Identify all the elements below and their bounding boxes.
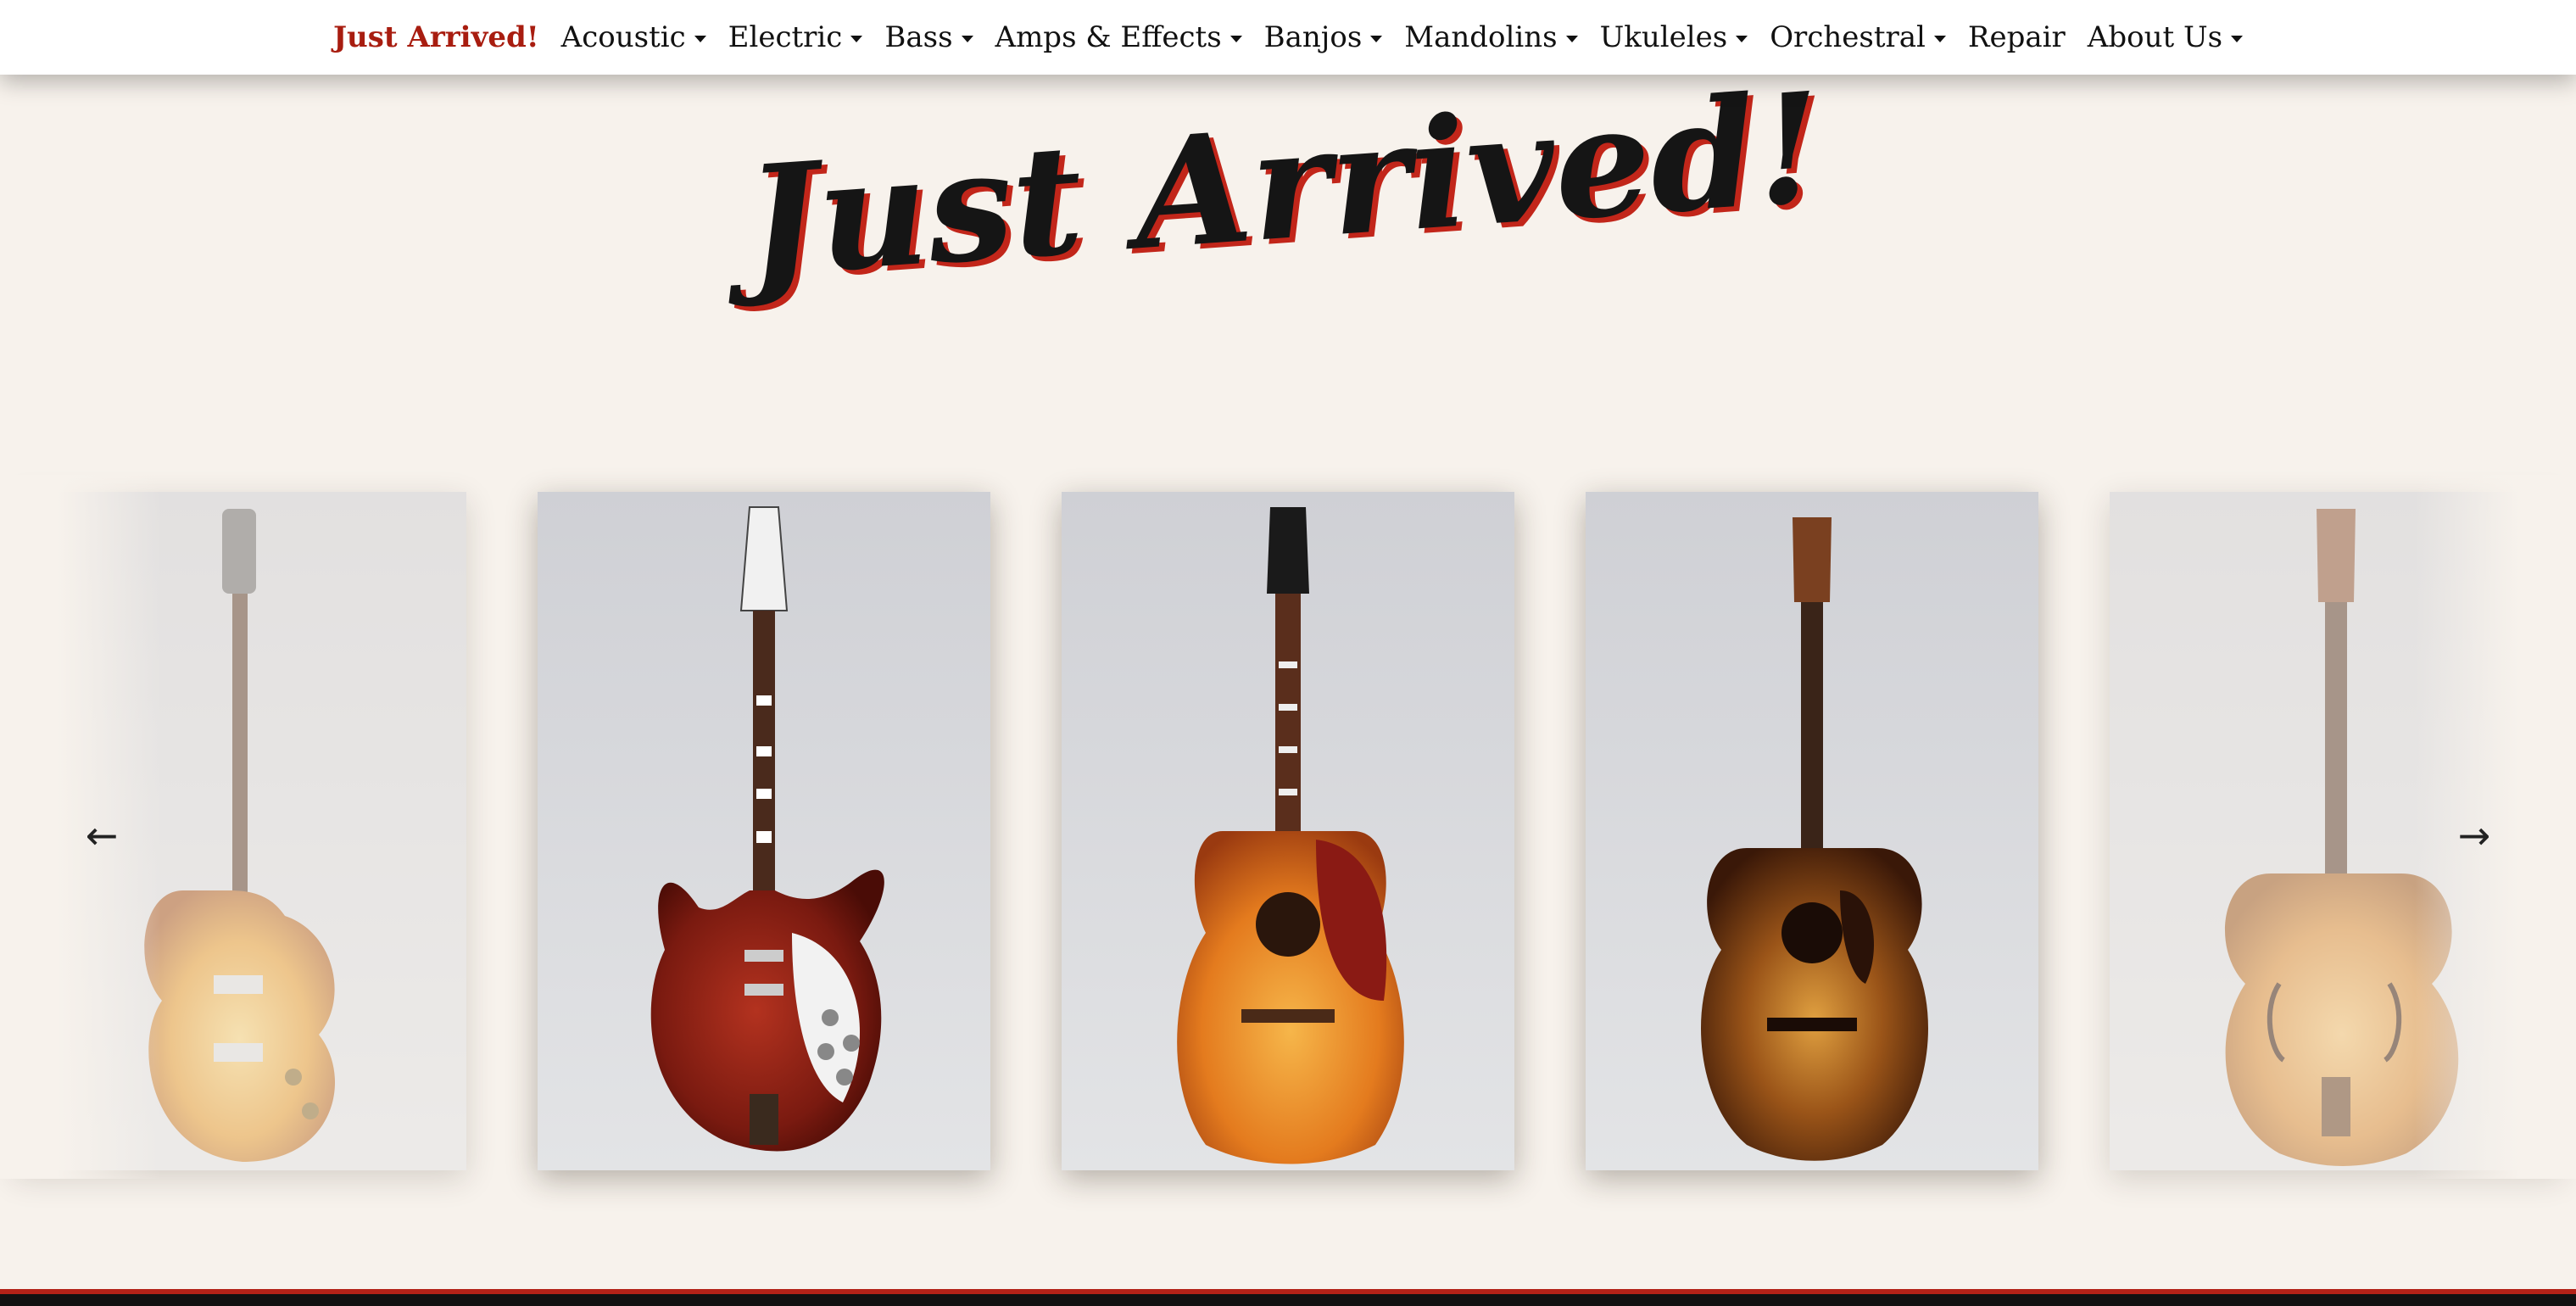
caret-down-icon — [2231, 36, 2244, 42]
nav-label: Electric — [728, 20, 843, 54]
nav-label: Amps & Effects — [995, 20, 1222, 54]
nav-item-about-us[interactable]: About Us — [2087, 20, 2244, 54]
nav-item-acoustic[interactable]: Acoustic — [561, 20, 706, 54]
nav-label: Banjos — [1263, 20, 1363, 54]
nav-list: Just Arrived! Acoustic Electric Bass Amp… — [333, 20, 2244, 54]
nav-item-just-arrived[interactable]: Just Arrived! — [333, 20, 539, 54]
guitar-image — [1062, 492, 1514, 1170]
product-carousel: ← → — [0, 475, 2576, 1179]
caret-down-icon — [1736, 36, 1748, 42]
hero-title-graphic: Just Arrived! Just Arrived! — [717, 76, 1833, 317]
product-card-4[interactable] — [1586, 492, 2038, 1170]
top-nav: Just Arrived! Acoustic Electric Bass Amp… — [0, 0, 2576, 75]
nav-item-mandolins[interactable]: Mandolins — [1404, 20, 1578, 54]
caret-down-icon — [1565, 36, 1578, 42]
nav-item-bass[interactable]: Bass — [884, 20, 973, 54]
hero-title: Just Arrived! Just Arrived! — [0, 76, 2576, 365]
caret-down-icon — [1370, 36, 1383, 42]
page: Just Arrived! Acoustic Electric Bass Amp… — [0, 0, 2576, 1306]
nav-label: Orchestral — [1770, 20, 1926, 54]
nav-label: Repair — [1967, 20, 2066, 54]
nav-item-orchestral[interactable]: Orchestral — [1770, 20, 1946, 54]
product-card-3[interactable] — [1062, 492, 1514, 1170]
nav-item-ukuleles[interactable]: Ukuleles — [1600, 20, 1748, 54]
product-card-2[interactable] — [538, 492, 990, 1170]
carousel-prev-button[interactable]: ← — [76, 810, 127, 861]
caret-down-icon — [1229, 36, 1242, 42]
guitar-image — [1586, 492, 2038, 1170]
guitar-image — [538, 492, 990, 1170]
caret-down-icon — [961, 36, 973, 42]
nav-label: Acoustic — [560, 20, 686, 54]
nav-item-repair[interactable]: Repair — [1968, 20, 2066, 54]
carousel-next-button[interactable]: → — [2449, 810, 2500, 861]
nav-label: Ukuleles — [1599, 20, 1728, 54]
caret-down-icon — [1933, 36, 1946, 42]
caret-down-icon — [694, 36, 706, 42]
nav-item-electric[interactable]: Electric — [728, 20, 863, 54]
nav-label: Mandolins — [1404, 20, 1558, 54]
nav-label: Just Arrived! — [332, 20, 539, 54]
nav-item-amps-effects[interactable]: Amps & Effects — [995, 20, 1242, 54]
nav-item-banjos[interactable]: Banjos — [1264, 20, 1383, 54]
nav-label: About Us — [2087, 20, 2223, 54]
nav-label: Bass — [884, 20, 953, 54]
caret-down-icon — [850, 36, 863, 42]
footer-strip — [0, 1289, 2576, 1306]
